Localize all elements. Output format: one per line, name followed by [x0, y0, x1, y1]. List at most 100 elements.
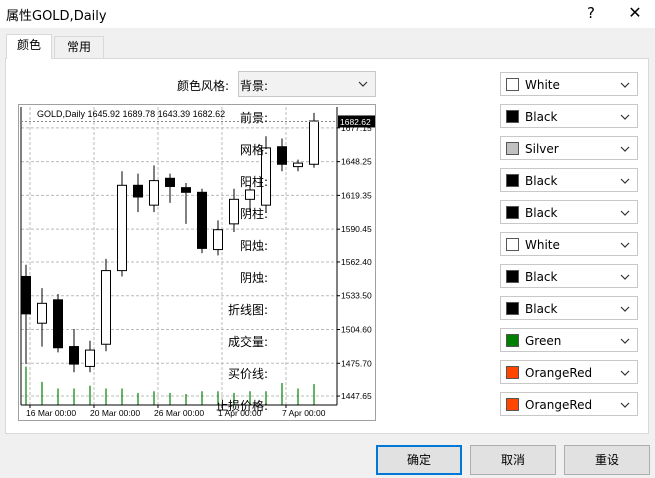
chevron-down-icon [620, 178, 630, 184]
color-swatch [506, 78, 519, 91]
x-tick-label: 20 Mar 00:00 [90, 408, 140, 418]
y-tick-label: 1475.70 [341, 358, 372, 368]
property-label: 阴烛: [239, 271, 268, 285]
color-name: Black [525, 110, 558, 124]
y-tick-label: 1447.65 [341, 391, 372, 401]
property-label: 买价线: [227, 367, 268, 381]
chevron-down-icon [620, 370, 630, 376]
color-swatch [506, 302, 519, 315]
color-name: OrangeRed [525, 366, 593, 380]
color-name: Green [525, 334, 562, 348]
color-swatch [506, 366, 519, 379]
y-tick-label: 1619.35 [341, 190, 372, 200]
color-dropdown[interactable]: OrangeRed [500, 392, 638, 416]
chevron-down-icon [620, 306, 630, 312]
color-dropdown[interactable]: Green [500, 328, 638, 352]
candle-body [197, 191, 207, 249]
color-name: Black [525, 174, 558, 188]
candle-body [213, 229, 223, 251]
candle-body [69, 346, 79, 365]
y-tick-label: 1533.50 [341, 291, 372, 301]
candlestick-chart: 1677.151648.251619.351590.451562.401533.… [20, 107, 375, 418]
title-bar: 属性GOLD,Daily ? ✕ [0, 0, 655, 28]
chevron-down-icon [620, 274, 630, 280]
color-name: Black [525, 270, 558, 284]
property-label: 前景: [239, 111, 268, 125]
color-swatch [506, 334, 519, 347]
colors-panel: 颜色风格: 1677.15 1648.25 1619.35 1590.45 1562.4… [5, 58, 649, 434]
color-swatch [506, 174, 519, 187]
color-dropdown[interactable]: Black [500, 200, 638, 224]
color-name: Black [525, 302, 558, 316]
color-dropdown[interactable]: Black [500, 296, 638, 320]
chevron-down-icon [620, 114, 630, 120]
chevron-down-icon [620, 338, 630, 344]
color-swatch [506, 398, 519, 411]
candle-body [117, 184, 127, 272]
color-scheme-label: 颜色风格: [177, 79, 230, 93]
x-tick-label: 26 Mar 00:00 [154, 408, 204, 418]
x-tick-label: 7 Apr 00:00 [282, 408, 326, 418]
candle-body [133, 184, 143, 198]
candle-body [85, 349, 95, 367]
property-label: 折线图: [227, 303, 268, 317]
property-label: 网格: [239, 143, 268, 157]
property-label: 阳柱: [239, 175, 268, 189]
color-swatch [506, 142, 519, 155]
y-tick-label: 1562.40 [341, 257, 372, 267]
color-dropdown[interactable]: Black [500, 168, 638, 192]
tab-colors[interactable]: 颜色 [6, 34, 52, 59]
candle-body [21, 275, 31, 315]
chart-preview: 1677.15 1648.25 1619.35 1590.45 1562.40 1533.… [18, 104, 376, 421]
current-price-label: 1682.62 [340, 117, 371, 127]
candle-body [165, 177, 175, 187]
chevron-down-icon [358, 81, 368, 87]
color-dropdown[interactable]: White [500, 232, 638, 256]
chevron-down-icon [620, 210, 630, 216]
color-dropdown[interactable]: OrangeRed [500, 360, 638, 384]
x-tick-label: 16 Mar 00:00 [26, 408, 76, 418]
ok-button[interactable]: 确定 [376, 445, 462, 475]
chart-header: GOLD,Daily 1645.92 1689.78 1643.39 1682.… [37, 109, 225, 119]
candle-body [53, 299, 63, 349]
y-tick-label: 1590.45 [341, 224, 372, 234]
candle-body [37, 302, 47, 324]
close-button[interactable]: ✕ [620, 2, 650, 24]
cancel-button[interactable]: 取消 [470, 445, 556, 475]
candle-body [101, 270, 111, 345]
property-label: 背景: [239, 79, 268, 93]
color-swatch [506, 238, 519, 251]
candle-body [149, 180, 159, 206]
color-swatch [506, 110, 519, 123]
property-label: 止损价格: [215, 399, 268, 413]
property-label: 阴柱: [239, 207, 268, 221]
chevron-down-icon [620, 146, 630, 152]
candle-body [309, 120, 319, 165]
candle-body [181, 187, 191, 193]
color-dropdown[interactable]: Silver [500, 136, 638, 160]
color-name: OrangeRed [525, 398, 593, 412]
color-name: White [525, 238, 560, 252]
color-name: White [525, 78, 560, 92]
chevron-down-icon [620, 82, 630, 88]
candle-body [245, 189, 255, 200]
color-swatch [506, 206, 519, 219]
candle-body [293, 162, 303, 168]
help-button[interactable]: ? [576, 2, 606, 24]
color-name: Silver [525, 142, 559, 156]
properties-dialog: 属性GOLD,Daily ? ✕ 颜色 常用 颜色风格: 1677.15 1648… [0, 0, 655, 478]
window-title: 属性GOLD,Daily [6, 9, 107, 24]
reset-button[interactable]: 重设 [564, 445, 650, 475]
chevron-down-icon [620, 242, 630, 248]
color-name: Black [525, 206, 558, 220]
y-tick-label: 1648.25 [341, 157, 372, 167]
color-dropdown[interactable]: Black [500, 104, 638, 128]
tab-common[interactable]: 常用 [54, 36, 104, 59]
y-tick-label: 1504.60 [341, 325, 372, 335]
color-dropdown[interactable]: White [500, 72, 638, 96]
property-label: 成交量: [227, 335, 268, 349]
property-label: 阳烛: [239, 239, 268, 253]
color-dropdown[interactable]: Black [500, 264, 638, 288]
color-swatch [506, 270, 519, 283]
chevron-down-icon [620, 402, 630, 408]
